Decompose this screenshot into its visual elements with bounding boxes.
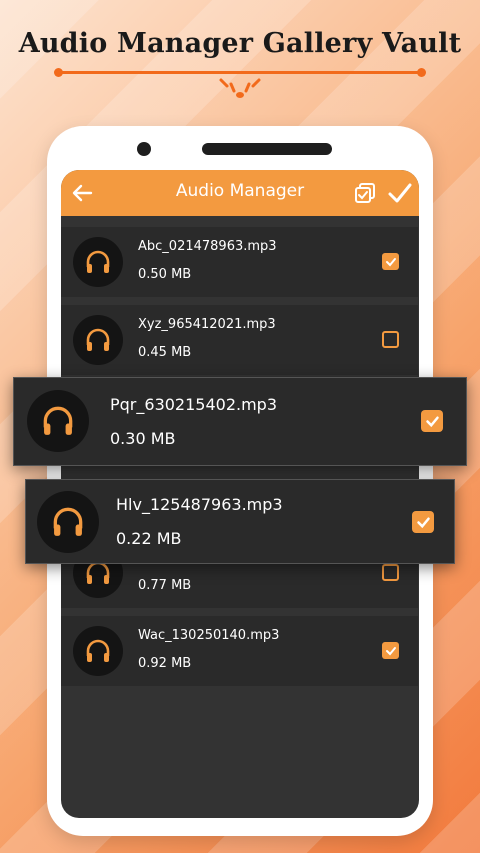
file-checkbox[interactable]: [421, 410, 443, 432]
underline-dot-right: [417, 68, 426, 77]
select-all-icon[interactable]: [353, 181, 377, 205]
title-underline: [54, 68, 426, 77]
headphones-icon: [37, 491, 99, 553]
file-name: Hlv_125487963.mp3: [116, 495, 283, 514]
phone-speaker: [202, 143, 332, 155]
arrow-left-icon: [72, 184, 93, 202]
promo-title: Audio Manager Gallery Vault: [18, 28, 462, 59]
file-size: 0.22 MB: [116, 529, 182, 548]
file-size: 0.30 MB: [110, 429, 176, 448]
file-size: 0.45 MB: [138, 345, 192, 360]
underline-dot-left: [54, 68, 63, 77]
list-item-file-6[interactable]: Wac_130250140.mp3 0.92 MB: [61, 616, 418, 686]
file-name: Wac_130250140.mp3: [138, 628, 280, 643]
app-bar: Audio Manager: [61, 170, 419, 216]
file-name: Pqr_630215402.mp3: [110, 395, 278, 414]
file-checkbox[interactable]: [382, 564, 399, 581]
headphones-icon: [27, 390, 89, 452]
check-icon[interactable]: [387, 180, 413, 206]
file-name: Abc_021478963.mp3: [138, 239, 277, 254]
file-checkbox[interactable]: [382, 331, 399, 348]
decorative-rays-icon: [219, 78, 261, 98]
list-item-file-2[interactable]: Xyz_965412021.mp3 0.45 MB: [61, 305, 418, 375]
headphones-icon: [73, 315, 123, 365]
list-item-file-1[interactable]: Abc_021478963.mp3 0.50 MB: [61, 227, 418, 297]
headphones-icon: [73, 237, 123, 287]
file-size: 0.50 MB: [138, 267, 192, 282]
list-item-file-3-highlighted[interactable]: Pqr_630215402.mp3 0.30 MB: [13, 377, 467, 466]
list-item-file-4-highlighted[interactable]: Hlv_125487963.mp3 0.22 MB: [25, 479, 455, 564]
file-checkbox[interactable]: [382, 253, 399, 270]
file-size: 0.77 MB: [138, 578, 192, 593]
file-name: Xyz_965412021.mp3: [138, 317, 276, 332]
file-checkbox[interactable]: [382, 642, 399, 659]
file-checkbox[interactable]: [412, 511, 434, 533]
back-button[interactable]: [67, 178, 97, 208]
headphones-icon: [73, 626, 123, 676]
phone-camera: [137, 142, 151, 156]
file-size: 0.92 MB: [138, 656, 192, 671]
